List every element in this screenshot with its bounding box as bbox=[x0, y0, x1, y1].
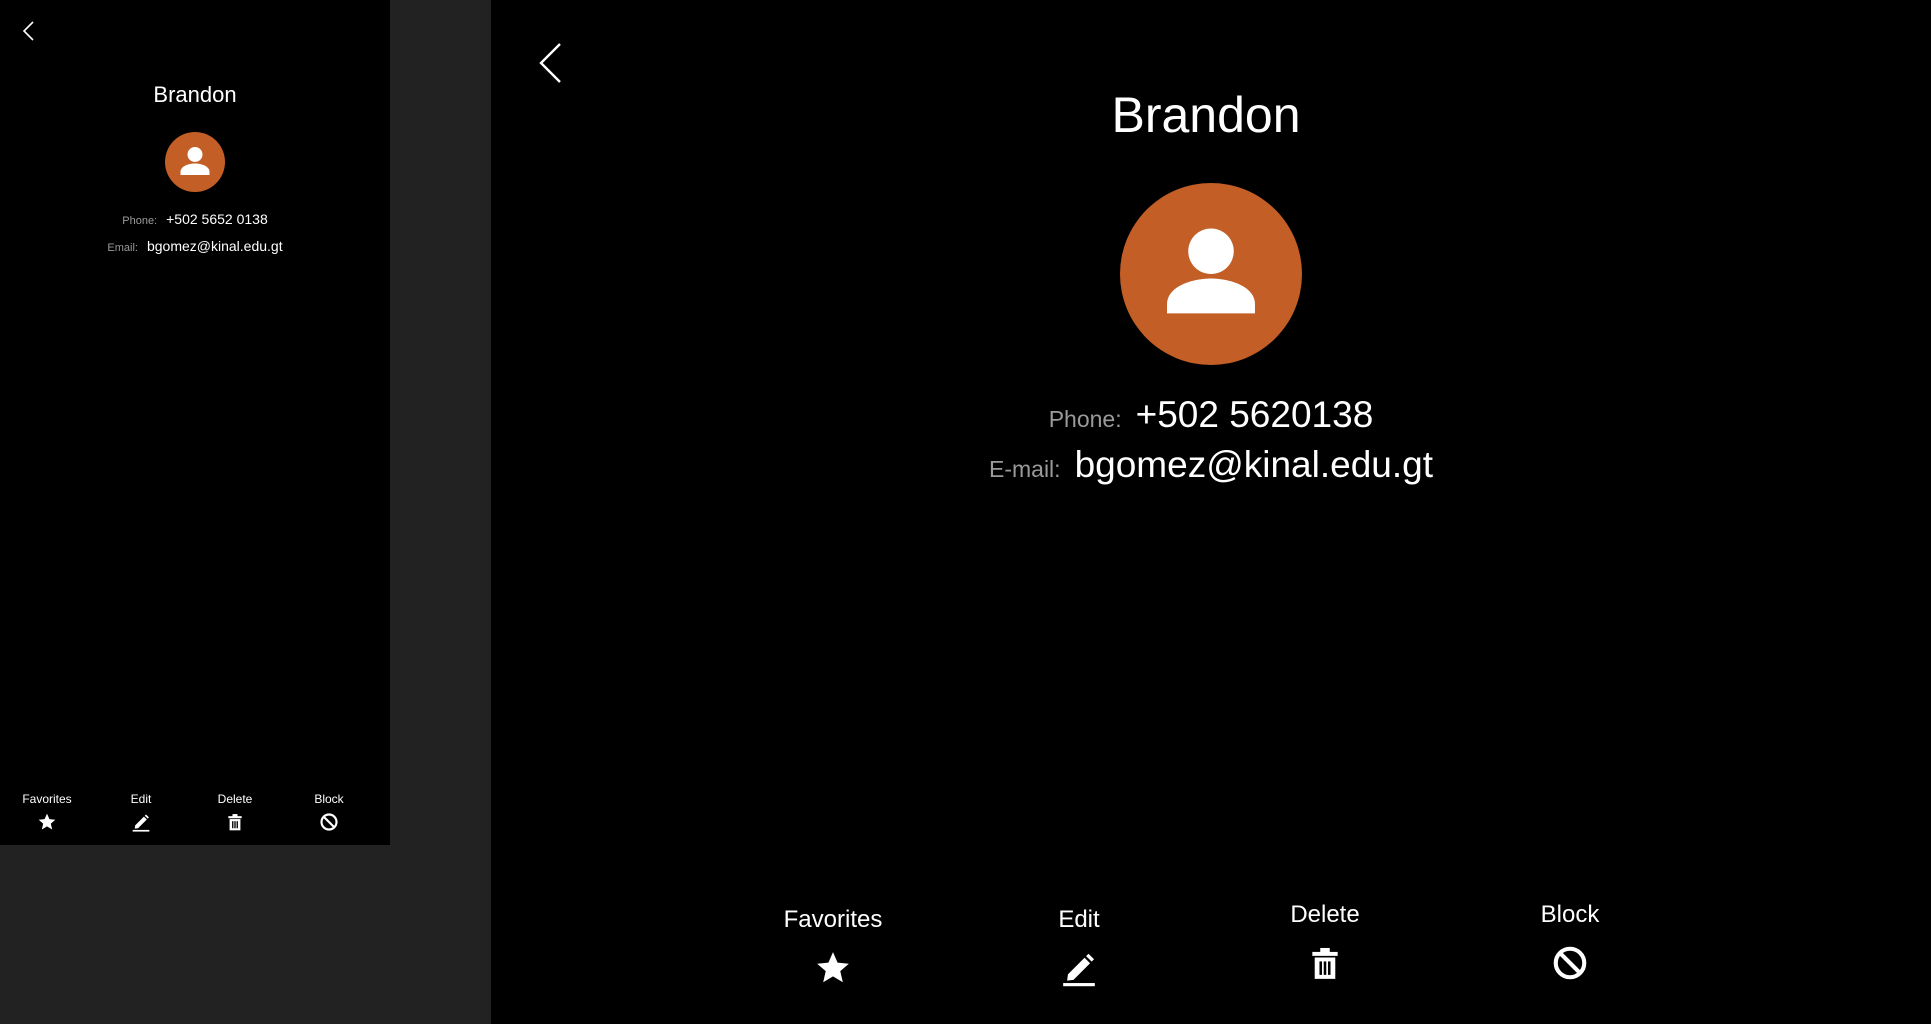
edit-label: Edit bbox=[1058, 906, 1100, 933]
email-row: Email: bgomez@kinal.edu.gt bbox=[0, 238, 390, 256]
phone-row: Phone: +502 5620138 bbox=[491, 394, 1931, 436]
delete-label: Delete bbox=[1290, 901, 1360, 928]
delete-button[interactable]: Delete bbox=[1245, 900, 1405, 982]
tablet-view: Brandon Phone: +502 5620138 E-mail: bgomez… bbox=[491, 0, 1931, 1024]
delete-label: Delete bbox=[217, 792, 253, 806]
person-icon bbox=[165, 132, 225, 192]
avatar bbox=[165, 132, 225, 192]
edit-button[interactable]: Edit bbox=[999, 905, 1159, 987]
edit-button[interactable]: Edit bbox=[101, 792, 181, 832]
contact-name: Brandon bbox=[153, 82, 237, 107]
favorites-button[interactable]: Favorites bbox=[753, 905, 913, 987]
favorites-label: Favorites bbox=[22, 792, 72, 806]
delete-button[interactable]: Delete bbox=[195, 792, 275, 832]
block-label: Block bbox=[1540, 901, 1600, 928]
phone-row: Phone: +502 5652 0138 bbox=[0, 211, 390, 229]
back-button[interactable] bbox=[20, 18, 40, 44]
chevron-left-icon bbox=[22, 21, 34, 41]
phone-value[interactable]: +502 5620138 bbox=[1136, 394, 1374, 435]
email-value[interactable]: bgomez@kinal.edu.gt bbox=[1075, 444, 1433, 485]
email-row: E-mail: bgomez@kinal.edu.gt bbox=[491, 444, 1931, 486]
phone-value[interactable]: +502 5652 0138 bbox=[166, 211, 268, 227]
edit-label: Edit bbox=[130, 792, 152, 806]
favorites-label: Favorites bbox=[783, 906, 883, 933]
email-label: E-mail: bbox=[989, 456, 1061, 482]
back-button[interactable] bbox=[535, 40, 571, 88]
person-icon bbox=[1120, 183, 1302, 365]
contact-name-text: Brandon bbox=[1111, 87, 1301, 143]
block-button[interactable]: Block bbox=[289, 792, 369, 832]
block-icon bbox=[320, 813, 338, 831]
pencil-icon bbox=[132, 814, 150, 832]
email-label: Email: bbox=[107, 242, 138, 254]
block-icon bbox=[1553, 946, 1587, 980]
star-icon bbox=[38, 813, 56, 830]
phone-preview: Brandon Phone: +502 5652 0138 Email: bgome… bbox=[0, 0, 390, 845]
trash-icon bbox=[1312, 947, 1338, 979]
action-bar: Favorites Edit Delete Block bbox=[491, 901, 1931, 1005]
chevron-left-icon bbox=[539, 43, 561, 83]
favorites-button[interactable]: Favorites bbox=[7, 792, 87, 832]
block-button[interactable]: Block bbox=[1490, 900, 1650, 982]
canvas: Brandon Phone: +502 5652 0138 Email: bgome… bbox=[0, 0, 1931, 1024]
avatar bbox=[1120, 183, 1302, 365]
phone-label: Phone: bbox=[122, 215, 158, 227]
block-label: Block bbox=[314, 792, 344, 806]
contact-name: Brandon bbox=[491, 86, 1931, 144]
star-icon bbox=[817, 952, 849, 983]
phone-label: Phone: bbox=[1048, 406, 1122, 432]
pencil-icon bbox=[1063, 953, 1095, 987]
email-value[interactable]: bgomez@kinal.edu.gt bbox=[147, 238, 283, 254]
action-bar: Favorites Edit Delete Block bbox=[0, 792, 390, 836]
trash-icon bbox=[228, 814, 242, 831]
